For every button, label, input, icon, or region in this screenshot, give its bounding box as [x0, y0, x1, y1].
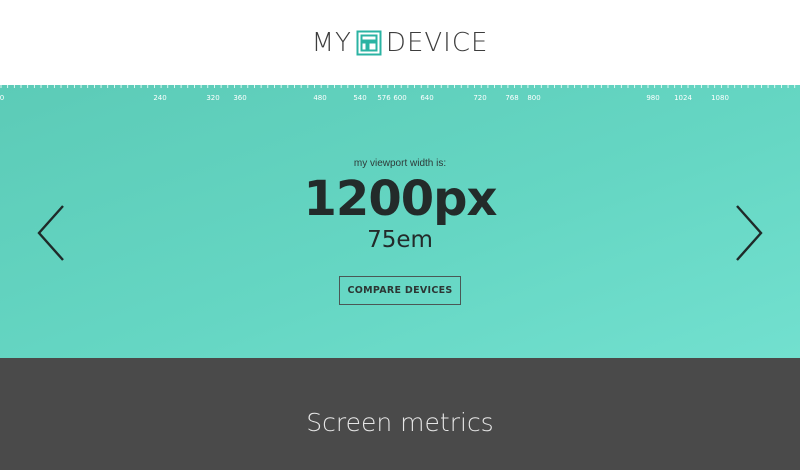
screen-metrics-section: Screen metrics [0, 358, 800, 470]
ruler-label-800: 800 [527, 94, 541, 102]
ruler-label-0: 0 [0, 94, 5, 102]
ruler-label-240: 240 [153, 94, 167, 102]
ruler-label-540: 540 [353, 94, 367, 102]
breakpoint-ruler: 0 240 320 360 480 540 576 600 640 720 76… [0, 85, 800, 105]
next-button[interactable] [731, 203, 767, 263]
ruler-label-640: 640 [420, 94, 434, 102]
ruler-ticks [0, 85, 796, 88]
viewport-width-em: 75em [367, 227, 433, 253]
ruler-label-980: 980 [646, 94, 660, 102]
ruler-label-576: 576 [377, 94, 391, 102]
screen-metrics-title: Screen metrics [306, 408, 494, 437]
viewport-hero: 0 240 320 360 480 540 576 600 640 720 76… [0, 85, 800, 358]
logo-text-device: DEVICE [385, 27, 489, 58]
ruler-label-600: 600 [393, 94, 407, 102]
compare-devices-button[interactable]: COMPARE DEVICES [339, 276, 461, 305]
site-logo[interactable]: MY DEVICE [312, 28, 489, 58]
chevron-right-icon [736, 205, 763, 261]
ruler-label-1024: 1024 [674, 94, 692, 102]
device-square-icon [356, 30, 382, 55]
ruler-label-768: 768 [505, 94, 519, 102]
ruler-label-320: 320 [206, 94, 220, 102]
ruler-label-720: 720 [473, 94, 487, 102]
viewport-caption: my viewport width is: [353, 158, 447, 169]
ruler-label-360: 360 [233, 94, 247, 102]
ruler-label-480: 480 [313, 94, 327, 102]
ruler-label-1080: 1080 [711, 94, 729, 102]
viewport-width-px: 1200px [303, 171, 498, 227]
logo-text-my: MY [311, 27, 352, 58]
site-header: MY DEVICE [0, 0, 800, 85]
